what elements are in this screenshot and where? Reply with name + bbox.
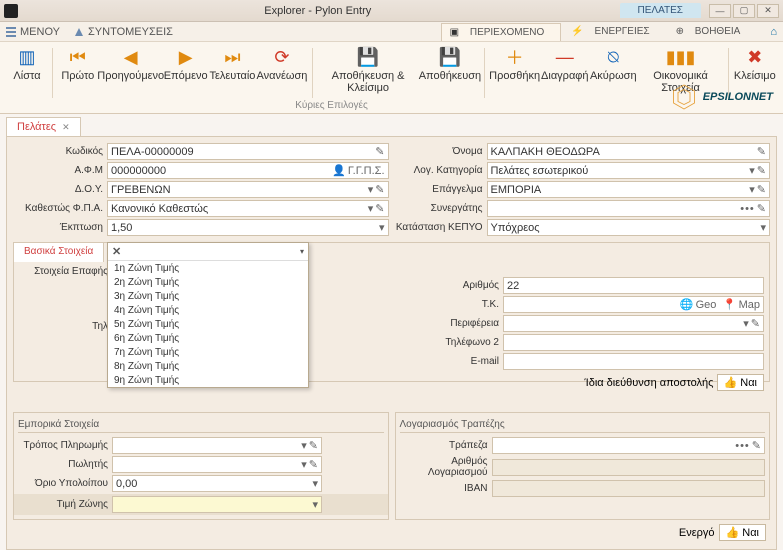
label-number: Αριθμός <box>411 280 503 291</box>
window-title: Explorer - Pylon Entry <box>24 5 612 17</box>
ribbon-cancel[interactable]: ⍉Ακύρωση <box>589 44 637 84</box>
doc-tab-close-icon[interactable]: ✕ <box>62 122 70 133</box>
label-job: Επάγγελμα <box>395 184 487 195</box>
label-region: Περιφέρεια <box>411 318 503 329</box>
label-discount: Έκπτωση <box>13 222 107 233</box>
ribbon-delete[interactable]: —Διαγραφή <box>540 44 589 84</box>
input-name[interactable]: ΚΑΛΠΑΚΗ ΘΕΟΔΩΡΑ✎ <box>487 143 771 160</box>
input-doy[interactable]: ΓΡΕΒΕΝΩΝ▾✎ <box>107 181 389 198</box>
ribbon-next[interactable]: ▶Επόμενο <box>163 44 209 84</box>
label-cat: Λογ. Κατηγορία <box>395 165 487 176</box>
label-doy: Δ.Ο.Υ. <box>13 184 107 195</box>
ribbon-tab-content[interactable]: ▣ ΠΕΡΙΕΧΟΜΕΝΟ <box>441 23 562 41</box>
input-limit[interactable]: 0,00 ▾ <box>112 475 322 492</box>
zone-option[interactable]: 5η Ζώνη Τιμής <box>108 317 308 331</box>
input-job[interactable]: ΕΜΠΟΡΙΑ▾✎ <box>487 181 771 198</box>
input-vat[interactable]: Κανονικό Καθεστώς▾✎ <box>107 200 389 217</box>
input-discount[interactable]: 1,50 ▾ <box>107 219 389 236</box>
ribbon-save[interactable]: 💾Αποθήκευση <box>420 44 480 84</box>
label-seller: Πωλητής <box>18 459 112 470</box>
ribbon-first[interactable]: ⏮Πρώτο <box>57 44 99 84</box>
ribbon-tab-actions[interactable]: ⚡ ΕΝΕΡΓΕΙΕΣ <box>563 23 665 40</box>
zone-option[interactable]: 8η Ζώνη Τιμής <box>108 359 308 373</box>
doc-tab-customers[interactable]: Πελάτες✕ <box>6 117 81 136</box>
zone-option[interactable]: 7η Ζώνη Τιμής <box>108 345 308 359</box>
input-paytype[interactable]: ▾✎ <box>112 437 322 454</box>
home-icon[interactable]: ⌂ <box>770 26 777 38</box>
ribbon-tab-help[interactable]: ⊕ ΒΟΗΘΕΙΑ <box>668 23 757 40</box>
group-commercial: Εμπορικά Στοιχεία <box>18 417 384 433</box>
input-bank[interactable]: •••✎ <box>492 437 766 454</box>
minimize-button[interactable]: — <box>709 4 731 18</box>
maximize-button[interactable]: ▢ <box>733 4 755 18</box>
label-phone2: Τηλέφωνο 2 <box>411 337 503 348</box>
close-window-button[interactable]: ✕ <box>757 4 779 18</box>
label-zone: Τιμή Ζώνης <box>18 499 112 510</box>
ribbon-close[interactable]: ✖Κλείσιμο <box>733 44 777 84</box>
label-contact: Στοιχεία Επαφής <box>18 266 112 277</box>
label-afm: Α.Φ.Μ <box>13 165 107 176</box>
input-iban <box>492 480 766 497</box>
label-same-addr: Ίδια διεύθυνση αποστολής <box>584 377 713 389</box>
active-toggle[interactable]: 👍Ναι <box>719 524 766 541</box>
same-addr-toggle[interactable]: 👍Ναι <box>717 374 764 391</box>
shortcuts-button[interactable]: ΣΥΝΤΟΜΕΥΣΕΙΣ <box>74 26 173 38</box>
label-paytype: Τρόπος Πληρωμής <box>18 440 112 451</box>
label-acct: Αριθμός Λογαριασμού <box>400 456 492 478</box>
input-number[interactable]: 22 <box>503 277 764 294</box>
zone-dropdown[interactable]: ✕ ▾ 1η Ζώνη Τιμής2η Ζώνη Τιμής3η Ζώνη Τιμ… <box>107 242 309 388</box>
ribbon-last[interactable]: ⏭Τελευταίο <box>209 44 257 84</box>
input-phone2[interactable] <box>503 334 764 351</box>
zone-option[interactable]: 1η Ζώνη Τιμής <box>108 261 308 275</box>
ribbon-save-close[interactable]: 💾Αποθήκευση & Κλείσιμο <box>316 44 419 96</box>
dropdown-clear-icon[interactable]: ✕ <box>112 245 121 258</box>
ribbon-caption: Κύριες Επιλογές <box>0 100 663 111</box>
label-bank: Τράπεζα <box>400 440 492 451</box>
input-tk[interactable]: 🌐Geo 📍Map <box>503 296 764 313</box>
zone-option[interactable]: 2η Ζώνη Τιμής <box>108 275 308 289</box>
input-partner[interactable]: •••✎ <box>487 200 771 217</box>
input-afm[interactable]: 000000000👤Γ.Γ.Π.Σ. <box>107 162 389 179</box>
app-icon <box>4 4 18 18</box>
label-vat: Καθεστώς Φ.Π.Α. <box>13 203 107 214</box>
input-acct <box>492 459 766 476</box>
ribbon-prev[interactable]: ◀Προηγούμενο <box>99 44 163 84</box>
chevron-down-icon[interactable]: ▾ <box>300 247 304 256</box>
label-active: Ενεργό <box>679 527 715 539</box>
zone-option[interactable]: 3η Ζώνη Τιμής <box>108 289 308 303</box>
ribbon-add[interactable]: ＋Προσθήκη <box>489 44 540 84</box>
input-email[interactable] <box>503 353 764 370</box>
ribbon-list[interactable]: ▥Λίστα <box>6 44 48 84</box>
label-tk: Τ.Κ. <box>411 299 503 310</box>
label-code: Κωδικός <box>13 146 107 157</box>
subtab-basic[interactable]: Βασικά Στοιχεία <box>14 243 104 262</box>
brand-logo: EPSILONNET <box>669 82 773 112</box>
group-bank: Λογαριασμός Τραπέζης <box>400 417 766 433</box>
label-name: Όνομα <box>395 146 487 157</box>
label-phone: Τηλ <box>18 321 112 332</box>
label-partner: Συνεργάτης <box>395 203 487 214</box>
input-cat[interactable]: Πελάτες εσωτερικού▾✎ <box>487 162 771 179</box>
label-email: E-mail <box>411 356 503 367</box>
input-code[interactable]: ΠΕΛΑ-00000009✎ <box>107 143 389 160</box>
label-kepyo: Κατάσταση ΚΕΠΥΟ <box>395 222 487 233</box>
zone-option[interactable]: 6η Ζώνη Τιμής <box>108 331 308 345</box>
ribbon-refresh[interactable]: ⟳Ανανέωση <box>256 44 307 84</box>
input-zone[interactable]: ▾ <box>112 496 322 513</box>
menu-button[interactable]: ΜΕΝΟΥ <box>6 26 60 38</box>
input-kepyo[interactable]: Υπόχρεος▾ <box>487 219 771 236</box>
zone-option[interactable]: 9η Ζώνη Τιμής <box>108 373 308 387</box>
input-region[interactable]: ▾✎ <box>503 315 764 332</box>
context-tab: ΠΕΛΑΤΕΣ <box>620 3 701 18</box>
label-limit: Όριο Υπολοίπου <box>18 478 112 489</box>
zone-option[interactable]: 4η Ζώνη Τιμής <box>108 303 308 317</box>
label-iban: IBAN <box>400 483 492 494</box>
input-seller[interactable]: ▾✎ <box>112 456 322 473</box>
